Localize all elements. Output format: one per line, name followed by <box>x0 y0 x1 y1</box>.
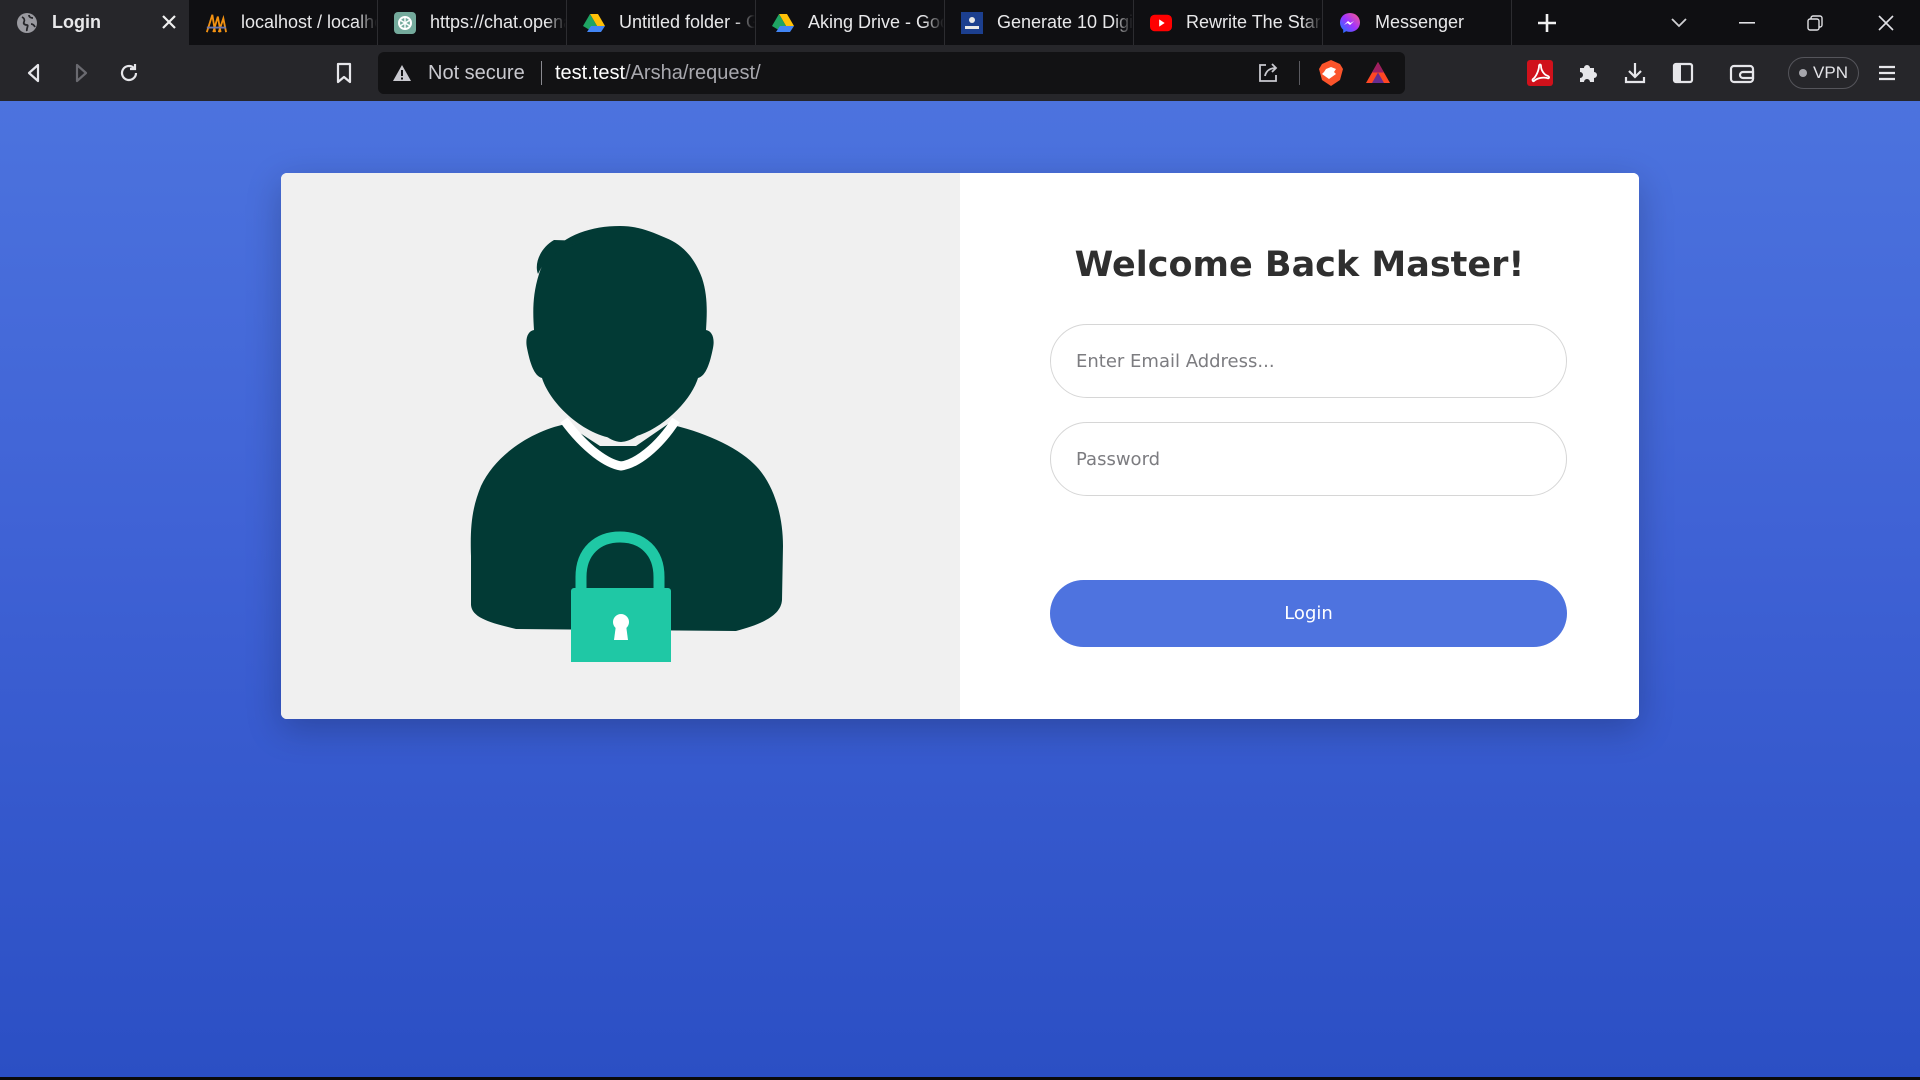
tab-title: Aking Drive - Google Drive <box>808 12 944 32</box>
sidebar-button[interactable] <box>1668 58 1698 88</box>
tab-title: Messenger <box>1375 12 1465 32</box>
brave-shields-icon[interactable] <box>1317 59 1345 87</box>
tab-title: Untitled folder - Google Drive <box>619 12 755 32</box>
tab-generate[interactable]: Generate 10 Digit <box>945 0 1134 45</box>
close-tab-icon[interactable] <box>159 12 179 32</box>
back-arrow-icon <box>27 63 40 83</box>
site-logo-icon <box>961 11 983 34</box>
vpn-status-dot <box>1799 69 1808 77</box>
puzzle-icon <box>1580 65 1597 82</box>
tab-chatgpt[interactable]: https://chat.openai.com <box>378 0 567 45</box>
google-drive-icon <box>772 12 794 34</box>
new-tab-button[interactable] <box>1512 0 1582 45</box>
bookmark-icon <box>336 62 352 84</box>
forward-button[interactable] <box>66 58 96 88</box>
email-input[interactable] <box>1050 324 1567 398</box>
illustration-panel <box>281 173 960 719</box>
login-button[interactable]: Login <box>1050 580 1567 647</box>
wallet-icon <box>1729 64 1755 84</box>
share-icon[interactable] <box>1256 61 1280 85</box>
security-status[interactable]: Not secure <box>428 62 525 85</box>
sidebar-icon <box>1672 62 1694 84</box>
divider <box>541 61 542 85</box>
plus-icon <box>1538 13 1556 32</box>
tab-drive-aking[interactable]: Aking Drive - Google Drive <box>756 0 945 45</box>
download-icon <box>1624 63 1646 84</box>
user-lock-illustration <box>470 226 783 662</box>
extensions-button[interactable] <box>1573 58 1603 88</box>
restore-icon <box>1807 14 1823 31</box>
close-window-button[interactable] <box>1852 0 1920 45</box>
chevron-down-icon <box>1671 17 1687 27</box>
phpmyadmin-icon <box>205 12 227 34</box>
warning-icon[interactable] <box>392 63 412 83</box>
reload-button[interactable] <box>114 58 144 88</box>
tab-drive-untitled[interactable]: Untitled folder - Google Drive <box>567 0 756 45</box>
bookmark-button[interactable] <box>329 58 359 88</box>
tab-strip: Login localhost / localhost https://chat… <box>0 0 1920 45</box>
tab-search-button[interactable] <box>1645 0 1713 45</box>
vpn-label: VPN <box>1813 63 1848 82</box>
menu-button[interactable] <box>1872 58 1902 88</box>
globe-icon <box>16 12 38 34</box>
acrobat-extension-button[interactable] <box>1525 58 1555 88</box>
vpn-button[interactable]: VPN <box>1788 57 1859 89</box>
tab-title: Generate 10 Digit <box>997 12 1133 32</box>
tab-title: https://chat.openai.com <box>430 12 566 32</box>
page-title: Welcome Back Master! <box>1074 245 1525 285</box>
restore-button[interactable] <box>1781 0 1849 45</box>
page-background: Welcome Back Master! Login <box>0 101 1920 1077</box>
downloads-button[interactable] <box>1620 58 1650 88</box>
login-form-panel: Welcome Back Master! Login <box>960 173 1639 719</box>
youtube-icon <box>1150 12 1172 34</box>
brave-rewards-icon[interactable] <box>1365 60 1391 86</box>
minimize-icon <box>1739 21 1755 24</box>
divider <box>1299 61 1300 85</box>
google-drive-icon <box>583 12 605 34</box>
url-text[interactable]: test.test/Arsha/request/ <box>555 62 761 85</box>
messenger-icon <box>1339 12 1361 34</box>
tab-localhost[interactable]: localhost / localhost <box>189 0 378 45</box>
openai-icon <box>394 11 416 34</box>
tab-youtube[interactable]: Rewrite The Stars <box>1134 0 1323 45</box>
tab-login[interactable]: Login <box>0 0 189 45</box>
tab-messenger[interactable]: Messenger <box>1323 0 1512 45</box>
close-icon <box>1878 14 1894 31</box>
hamburger-menu-icon <box>1879 65 1895 81</box>
reload-icon <box>120 64 138 82</box>
tab-title: localhost / localhost <box>241 12 377 32</box>
forward-arrow-icon <box>75 63 88 83</box>
url-path: /Arsha/request/ <box>625 62 761 84</box>
login-card: Welcome Back Master! Login <box>281 173 1639 719</box>
address-bar[interactable]: Not secure test.test/Arsha/request/ <box>378 52 1405 94</box>
tab-title: Rewrite The Stars <box>1186 12 1322 32</box>
password-input[interactable] <box>1050 422 1567 496</box>
acrobat-icon <box>1527 60 1553 86</box>
back-button[interactable] <box>19 58 49 88</box>
minimize-button[interactable] <box>1713 0 1781 45</box>
url-host: test.test <box>555 62 626 84</box>
browser-toolbar: Not secure test.test/Arsha/request/ VPN <box>0 45 1920 101</box>
wallet-button[interactable] <box>1727 58 1757 88</box>
